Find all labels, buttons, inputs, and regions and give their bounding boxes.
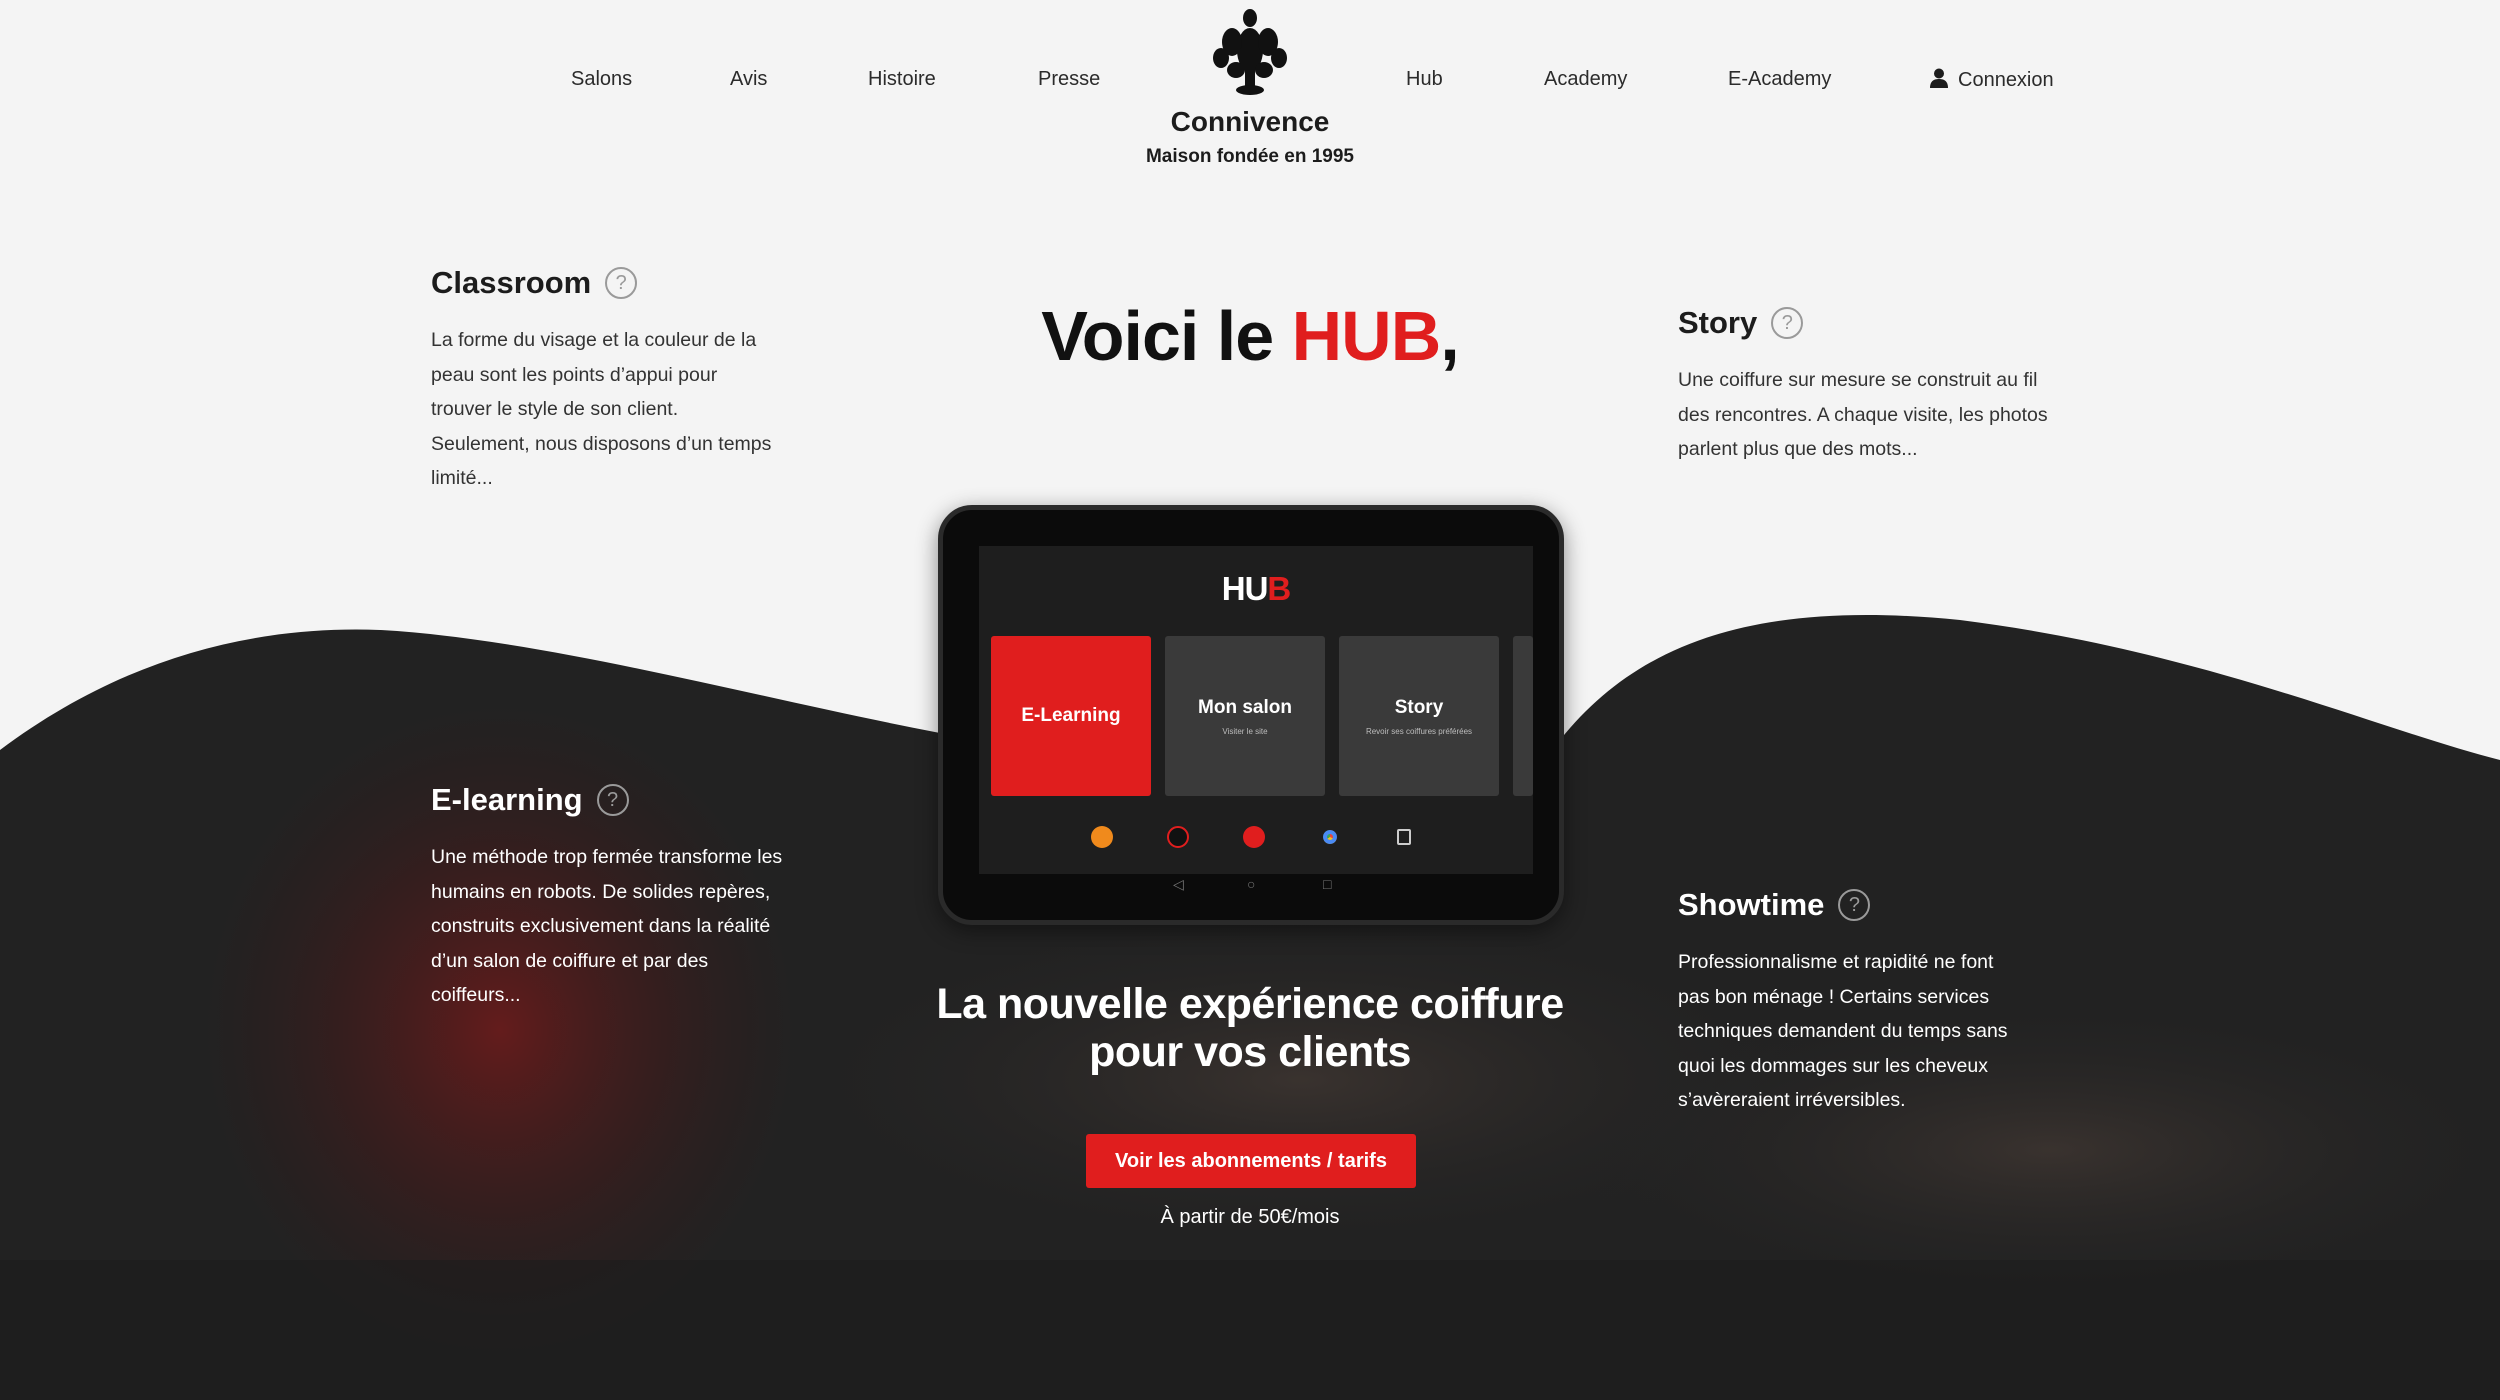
orange-app-icon[interactable] — [1091, 826, 1113, 848]
feature-showtime: Showtime? Professionnalisme et rapidité … — [1678, 887, 2028, 1118]
feature-classroom-text: La forme du visage et la couleur de la p… — [431, 329, 772, 489]
feature-showtime-text: Professionnalisme et rapidité ne font pa… — [1678, 951, 2008, 1111]
help-icon[interactable]: ? — [1771, 307, 1804, 339]
feature-story: Story? Une coiffure sur mesure se constr… — [1678, 305, 2048, 467]
help-icon[interactable]: ? — [596, 784, 629, 816]
brand-block[interactable]: Connivence Maison fondée en 1995 — [1050, 0, 1450, 168]
bottom-fade — [0, 1260, 2500, 1400]
netflix-icon[interactable] — [1167, 826, 1189, 848]
recents-icon[interactable]: □ — [1323, 876, 1331, 892]
nav-link-avis[interactable]: Avis — [730, 68, 767, 91]
tile-subtitle: Revoir ses coiffures préférées — [1365, 726, 1473, 736]
cta-title: La nouvelle expérience coiffure pour vos… — [800, 980, 1700, 1076]
tile-subtitle: Visiter le site — [1222, 726, 1268, 736]
youtube-icon[interactable] — [1243, 826, 1265, 848]
cta-title-line1: La nouvelle expérience coiffure — [936, 980, 1564, 1028]
tile-title: E-Learning — [1021, 705, 1121, 726]
cta-title-line2: pour vos clients — [1089, 1028, 1411, 1076]
hub-logo-accent: B — [1267, 570, 1291, 607]
chrome-icon[interactable] — [1319, 826, 1341, 848]
feature-story-text: Une coiffure sur mesure se construit au … — [1678, 369, 2048, 460]
hub-logo-text: HU — [1221, 570, 1269, 607]
ornament-icon — [1213, 9, 1287, 95]
tablet-mockup: HUB E-Learning Mon salon Visiter le site… — [938, 505, 1564, 925]
nav-link-hub[interactable]: Hub — [1406, 68, 1443, 91]
login-link[interactable]: Connexion — [1930, 68, 2054, 92]
hub-logo: HUB — [979, 570, 1533, 608]
tile-mon-salon[interactable]: Mon salon Visiter le site — [1165, 636, 1325, 796]
tile-elearning[interactable]: E-Learning — [991, 636, 1151, 796]
tile-story[interactable]: Story Revoir ses coiffures préférées — [1339, 636, 1499, 796]
hero-title-prefix: Voici le — [1041, 297, 1292, 375]
help-icon[interactable]: ? — [1838, 889, 1871, 921]
feature-story-title: Story — [1678, 305, 1758, 340]
feature-elearning: E-learning? Une méthode trop fermée tran… — [431, 782, 783, 1013]
price-text: À partir de 50€/mois — [1160, 1206, 1340, 1228]
pricing-button[interactable]: Voir les abonnements / tarifs — [1086, 1134, 1416, 1188]
nav-link-histoire[interactable]: Histoire — [868, 68, 936, 91]
feature-showtime-title: Showtime — [1678, 887, 1825, 922]
nav-link-salons[interactable]: Salons — [571, 68, 632, 91]
tile-title: Mon salon — [1198, 696, 1292, 718]
brand-tagline: Maison fondée en 1995 — [1145, 146, 1354, 167]
tablet-screen: HUB E-Learning Mon salon Visiter le site… — [979, 546, 1533, 874]
hero-title: Voici le HUB, — [850, 296, 1650, 376]
exit-icon[interactable] — [1397, 829, 1411, 845]
hero-title-suffix: , — [1440, 297, 1459, 375]
tile-partial[interactable] — [1513, 636, 1533, 796]
feature-classroom-title: Classroom — [431, 265, 592, 300]
back-icon[interactable]: ◁ — [1173, 876, 1184, 893]
feature-classroom: Classroom? La forme du visage et la coul… — [431, 265, 781, 496]
hero-title-accent: HUB — [1291, 297, 1442, 375]
user-icon — [1930, 68, 1948, 88]
feature-elearning-title: E-learning — [431, 782, 583, 817]
tile-title: Story — [1394, 696, 1444, 718]
nav-link-academy[interactable]: Academy — [1544, 68, 1627, 91]
help-icon[interactable]: ? — [605, 267, 638, 299]
login-label: Connexion — [1958, 69, 2054, 91]
home-icon[interactable]: ○ — [1247, 876, 1255, 892]
nav-link-e-academy[interactable]: E-Academy — [1728, 68, 1831, 91]
feature-elearning-text: Une méthode trop fermée transforme les h… — [431, 846, 783, 1006]
brand-name: Connivence — [1170, 106, 1330, 137]
